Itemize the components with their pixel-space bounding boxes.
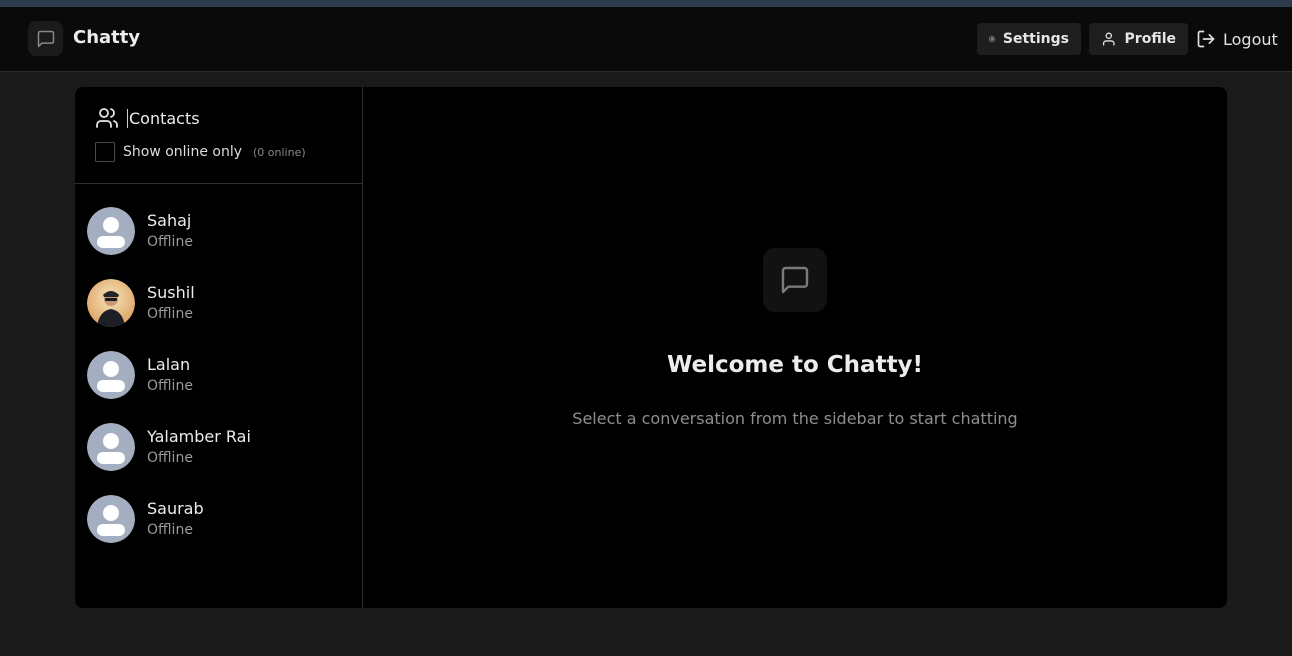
browser-top-strip bbox=[0, 0, 1292, 7]
navbar: Chatty Settings Profile Logout bbox=[0, 7, 1292, 72]
default-avatar-icon bbox=[87, 351, 135, 399]
contact-item[interactable]: Lalan Offline bbox=[87, 341, 351, 405]
contacts-title: Contacts bbox=[127, 108, 200, 128]
contact-item[interactable]: Yalamber Rai Offline bbox=[87, 413, 351, 477]
show-online-label: Show online only bbox=[123, 144, 242, 160]
logout-button[interactable]: Logout bbox=[1196, 23, 1278, 55]
contact-name: Saurab bbox=[147, 499, 204, 518]
show-online-checkbox[interactable] bbox=[95, 142, 115, 162]
avatar bbox=[87, 207, 135, 255]
message-square-icon bbox=[781, 266, 809, 294]
gear-icon bbox=[989, 36, 995, 42]
contact-status: Offline bbox=[147, 234, 193, 250]
logout-label: Logout bbox=[1223, 29, 1278, 49]
settings-button[interactable]: Settings bbox=[977, 23, 1081, 55]
welcome-chat-badge bbox=[763, 248, 827, 312]
app-title[interactable]: Chatty bbox=[73, 27, 140, 48]
chat-container: Contacts Show online only (0 online) Sah… bbox=[75, 87, 1227, 608]
contact-status: Offline bbox=[147, 450, 193, 466]
contact-item[interactable]: Saurab Offline bbox=[87, 485, 351, 549]
settings-label: Settings bbox=[1002, 31, 1069, 47]
avatar bbox=[87, 279, 135, 327]
online-count: (0 online) bbox=[253, 145, 306, 159]
message-square-icon bbox=[37, 30, 54, 47]
profile-label: Profile bbox=[1124, 31, 1176, 47]
sidebar-header: Contacts Show online only (0 online) bbox=[75, 87, 362, 184]
logout-icon bbox=[1197, 30, 1215, 48]
contact-status: Offline bbox=[147, 522, 193, 538]
default-avatar-icon bbox=[87, 207, 135, 255]
contact-name: Sahaj bbox=[147, 211, 192, 230]
user-icon bbox=[1102, 32, 1115, 46]
users-icon bbox=[96, 108, 118, 128]
profile-button[interactable]: Profile bbox=[1089, 23, 1188, 55]
contact-name: Yalamber Rai bbox=[147, 427, 251, 446]
contact-name: Lalan bbox=[147, 355, 191, 374]
welcome-title: Welcome to Chatty! bbox=[666, 352, 924, 378]
contact-status: Offline bbox=[147, 306, 193, 322]
avatar bbox=[87, 423, 135, 471]
online-filter[interactable]: Show online only (0 online) bbox=[95, 142, 306, 162]
welcome-subtitle: Select a conversation from the sidebar t… bbox=[572, 409, 1018, 428]
sidebar: Contacts Show online only (0 online) Sah… bbox=[75, 87, 363, 608]
contact-name: Sushil bbox=[147, 283, 195, 302]
logo[interactable] bbox=[28, 21, 63, 56]
contact-item[interactable]: Sushil Offline bbox=[87, 269, 351, 333]
contact-status: Offline bbox=[147, 378, 193, 394]
contact-item[interactable]: Sahaj Offline bbox=[87, 197, 351, 261]
default-avatar-icon bbox=[87, 495, 135, 543]
default-avatar-icon bbox=[87, 423, 135, 471]
contacts-heading: Contacts bbox=[95, 106, 200, 130]
avatar bbox=[87, 495, 135, 543]
avatar bbox=[87, 351, 135, 399]
photo-avatar-icon bbox=[87, 279, 135, 327]
